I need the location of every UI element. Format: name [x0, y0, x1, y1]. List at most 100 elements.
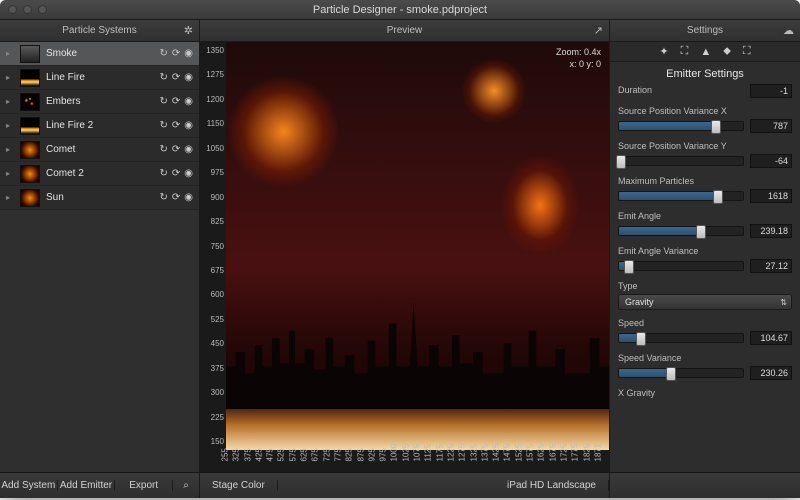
system-name: Comet 2: [46, 168, 153, 179]
visibility-icon[interactable]: ◉: [184, 120, 193, 131]
visibility-icon[interactable]: ◉: [184, 192, 193, 203]
visibility-icon[interactable]: ◉: [184, 96, 193, 107]
slider-knob[interactable]: [711, 120, 721, 134]
titlebar[interactable]: Particle Designer - smoke.pdproject: [0, 0, 800, 20]
search-button[interactable]: ⌕: [173, 480, 199, 491]
disclosure-icon[interactable]: ▸: [6, 73, 14, 82]
refresh-icon[interactable]: ⟳: [172, 120, 180, 131]
refresh-icon[interactable]: ⟳: [172, 144, 180, 155]
visibility-icon[interactable]: ◉: [184, 72, 193, 83]
sidebar: ▸Smoke↻⟳◉▸Line Fire↻⟳◉▸Embers↻⟳◉▸Line Fi…: [0, 42, 200, 472]
type-label: Type: [618, 281, 792, 291]
disclosure-icon[interactable]: ▸: [6, 49, 14, 58]
refresh-icon[interactable]: ⟳: [172, 168, 180, 179]
gear-icon[interactable]: ✲: [184, 24, 193, 37]
disclosure-icon[interactable]: ▸: [6, 145, 14, 154]
add-emitter-button[interactable]: Add Emitter: [58, 480, 116, 491]
visibility-icon[interactable]: ◉: [184, 144, 193, 155]
refresh-icon[interactable]: ⟳: [172, 192, 180, 203]
zoom-icon[interactable]: [38, 5, 47, 14]
preview-canvas[interactable]: Zoom: 0.4x x: 0 y: 0 1350127512001150105…: [200, 42, 609, 472]
system-thumb: [20, 189, 40, 207]
system-row[interactable]: ▸ Smoke ↻ ⟳ ◉: [0, 42, 199, 66]
system-list: ▸Smoke↻⟳◉▸Line Fire↻⟳◉▸Embers↻⟳◉▸Line Fi…: [0, 42, 199, 472]
slider-knob[interactable]: [636, 332, 646, 346]
stage-color-button[interactable]: Stage Color: [200, 480, 278, 491]
slider-value[interactable]: 27.12: [750, 259, 792, 273]
tab-texture-icon[interactable]: ⬥: [723, 45, 731, 58]
refresh-icon[interactable]: ⟳: [172, 96, 180, 107]
system-row[interactable]: ▸Line Fire 2↻⟳◉: [0, 114, 199, 138]
stage[interactable]: [226, 42, 609, 450]
add-system-button[interactable]: Add System: [0, 480, 58, 491]
ruler-tick: 1425: [492, 452, 501, 462]
slider-knob[interactable]: [713, 190, 723, 204]
slider-value[interactable]: 1618: [750, 189, 792, 203]
slider-label: Emit Angle: [618, 211, 792, 221]
window-title: Particle Designer - smoke.pdproject: [0, 4, 800, 16]
refresh-icon[interactable]: ⟳: [172, 72, 180, 83]
system-row[interactable]: ▸Sun↻⟳◉: [0, 186, 199, 210]
tab-particle-icon[interactable]: ⛶: [681, 45, 689, 58]
slider-knob[interactable]: [666, 367, 676, 381]
slider-knob[interactable]: [624, 260, 634, 274]
slider-value[interactable]: 230.26: [750, 366, 792, 380]
slider-track[interactable]: [618, 156, 744, 166]
disclosure-icon[interactable]: ▸: [6, 193, 14, 202]
ruler-tick: 975: [379, 452, 388, 462]
slider-value[interactable]: -64: [750, 154, 792, 168]
system-row[interactable]: ▸ Comet 2 ↻ ⟳ ◉: [0, 162, 199, 186]
replay-icon[interactable]: ↻: [159, 144, 167, 155]
cloud-icon[interactable]: ☁: [783, 24, 794, 37]
header-preview: Preview ↗: [200, 20, 610, 41]
ruler-tick: 1575: [526, 452, 535, 462]
slider-label: Speed Variance: [618, 353, 792, 363]
slider-track[interactable]: [618, 368, 744, 378]
replay-icon[interactable]: ↻: [159, 96, 167, 107]
slider-track[interactable]: [618, 121, 744, 131]
slider-knob[interactable]: [616, 155, 626, 169]
disclosure-icon[interactable]: ▸: [6, 169, 14, 178]
ruler-tick: 1525: [514, 452, 523, 462]
slider-track[interactable]: [618, 261, 744, 271]
visibility-icon[interactable]: ◉: [184, 168, 193, 179]
system-row[interactable]: ▸Line Fire↻⟳◉: [0, 66, 199, 90]
close-icon[interactable]: [8, 5, 17, 14]
system-name: Smoke: [46, 48, 153, 59]
slider-track[interactable]: [618, 226, 744, 236]
field-slider: Speed Variance 230.26: [618, 353, 792, 380]
slider-value[interactable]: 239.18: [750, 224, 792, 238]
visibility-icon[interactable]: ◉: [184, 48, 193, 59]
ruler-tick: 1375: [480, 452, 489, 462]
device-button[interactable]: iPad HD Landscape: [495, 480, 609, 491]
slider-track[interactable]: [618, 191, 744, 201]
system-row[interactable]: ▸Embers↻⟳◉: [0, 90, 199, 114]
slider-value[interactable]: 787: [750, 119, 792, 133]
slider-value[interactable]: 104.67: [750, 331, 792, 345]
replay-icon[interactable]: ↻: [159, 120, 167, 131]
slider-track[interactable]: [618, 333, 744, 343]
disclosure-icon[interactable]: ▸: [6, 97, 14, 106]
replay-icon[interactable]: ↻: [159, 72, 167, 83]
minimize-icon[interactable]: [23, 5, 32, 14]
duration-value[interactable]: -1: [750, 84, 792, 98]
refresh-icon[interactable]: ⟳: [172, 48, 180, 59]
settings-scroll[interactable]: Duration -1 Source Position Variance X78…: [610, 84, 800, 472]
ruler-tick: 575: [288, 452, 297, 462]
ruler-tick: 1050: [200, 144, 224, 153]
slider-knob[interactable]: [696, 225, 706, 239]
system-row[interactable]: ▸Comet↻⟳◉: [0, 138, 199, 162]
xgravity-label: X Gravity: [618, 388, 792, 398]
tab-misc-icon[interactable]: ⛶: [743, 45, 751, 58]
ruler-tick: 1625: [537, 452, 546, 462]
replay-icon[interactable]: ↻: [159, 48, 167, 59]
tab-emitter-icon[interactable]: ✦: [659, 45, 668, 58]
share-icon[interactable]: ↗: [594, 24, 603, 37]
ruler-tick: 625: [300, 452, 309, 462]
type-select[interactable]: Gravity: [618, 294, 792, 310]
disclosure-icon[interactable]: ▸: [6, 121, 14, 130]
export-button[interactable]: Export: [115, 480, 173, 491]
replay-icon[interactable]: ↻: [159, 168, 167, 179]
replay-icon[interactable]: ↻: [159, 192, 167, 203]
tab-color-icon[interactable]: ▲: [700, 46, 711, 58]
